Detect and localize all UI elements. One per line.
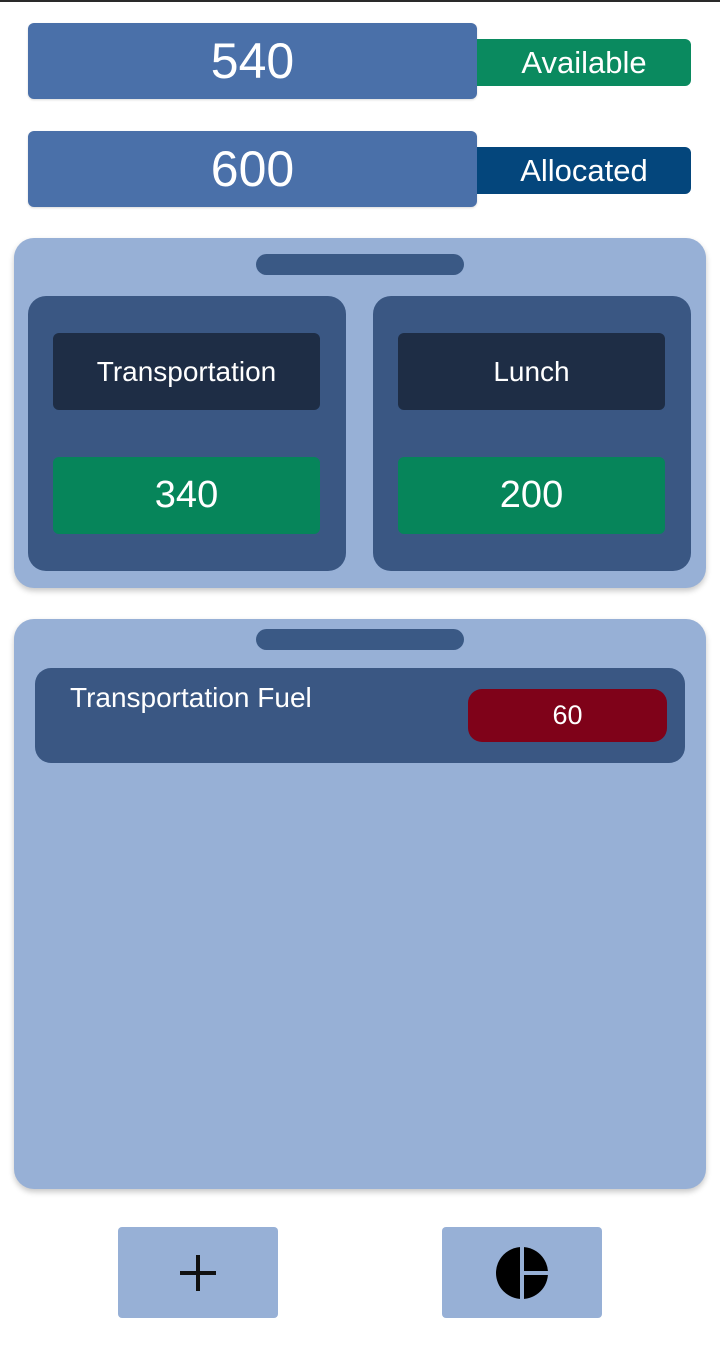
plus-icon — [180, 1254, 216, 1291]
chart-button[interactable] — [442, 1227, 602, 1318]
pie-chart-icon — [496, 1245, 549, 1300]
expenses-drag-handle[interactable] — [256, 629, 464, 650]
expense-label: Transportation Fuel — [70, 682, 312, 713]
allocated-label: Allocated — [477, 147, 691, 194]
status-bar-divider — [0, 0, 720, 2]
category-amount: 340 — [53, 457, 320, 534]
category-amount: 200 — [398, 457, 665, 534]
category-name: Transportation — [53, 333, 320, 410]
allocated-amount: 600 — [28, 131, 477, 207]
categories-drag-handle[interactable] — [256, 254, 464, 275]
add-button[interactable] — [118, 1227, 278, 1318]
expense-amount: 60 — [468, 689, 667, 742]
categories-panel: Transportation 340 Lunch 200 — [14, 238, 706, 588]
expenses-panel: Transportation Fuel 60 — [14, 619, 706, 1189]
expense-row[interactable]: Transportation Fuel 60 — [35, 668, 685, 763]
allocated-summary: 600 Allocated — [28, 131, 692, 207]
category-name: Lunch — [398, 333, 665, 410]
available-summary: 540 Available — [28, 23, 692, 99]
category-card-transportation[interactable]: Transportation 340 — [28, 296, 346, 571]
available-label: Available — [477, 39, 691, 86]
category-card-lunch[interactable]: Lunch 200 — [373, 296, 691, 571]
available-amount: 540 — [28, 23, 477, 99]
